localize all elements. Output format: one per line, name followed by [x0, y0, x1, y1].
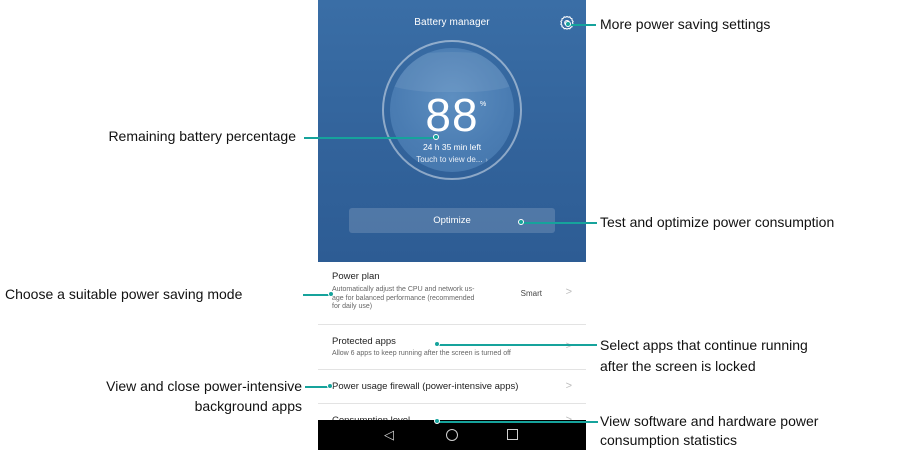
chevron-right-icon: > — [565, 380, 572, 392]
list-item-power-plan[interactable]: Power plan Automatically adjust the CPU … — [318, 262, 586, 325]
callout-line-optimize — [521, 222, 597, 224]
chevron-right-icon: > — [565, 340, 572, 352]
callout-line-settings — [568, 24, 596, 26]
callout-dot-battery — [433, 134, 439, 140]
list-item-power-firewall[interactable]: Power usage firewall (power-intensive ap… — [318, 370, 586, 404]
callout-protected-2: after the screen is locked — [600, 358, 756, 374]
callout-dot-optimize — [518, 219, 524, 225]
callout-line-consumption — [438, 421, 598, 423]
callout-line-battery — [304, 137, 436, 139]
callout-optimize: Test and optimize power consumption — [600, 214, 835, 230]
chevron-right-icon: > — [565, 286, 572, 298]
chevron-right-icon: › — [485, 157, 488, 164]
callout-battery: Remaining battery percentage — [108, 128, 296, 144]
callout-dot-settings — [565, 21, 571, 27]
callout-protected-1: Select apps that continue running — [600, 337, 808, 353]
back-icon[interactable]: ◁ — [384, 427, 394, 443]
app-title: Battery manager — [414, 17, 490, 28]
percent-sign: % — [480, 101, 487, 108]
home-icon[interactable] — [446, 429, 458, 441]
callout-line-protected — [438, 344, 597, 346]
battery-wave — [390, 52, 514, 92]
optimize-button[interactable]: Optimize — [349, 208, 555, 233]
callout-firewall-2: background apps — [194, 398, 302, 414]
battery-percentage: 88 — [425, 89, 479, 141]
power-firewall-title: Power usage firewall (power-intensive ap… — [332, 381, 519, 392]
power-plan-desc-1: Automatically adjust the CPU and network… — [332, 286, 475, 293]
callout-firewall-1: View and close power-intensive — [106, 378, 302, 394]
callout-consumption-2: consumption statistics — [600, 432, 737, 448]
list-item-protected-apps[interactable]: Protected apps Allow 6 apps to keep runn… — [318, 325, 586, 370]
power-plan-value: Smart — [520, 289, 542, 298]
power-plan-desc-3: for daily use) — [332, 303, 373, 310]
callout-dot-firewall — [327, 383, 333, 389]
navigation-bar: ◁ — [318, 420, 586, 450]
callout-mode: Choose a suitable power saving mode — [5, 286, 243, 302]
protected-apps-desc: Allow 6 apps to keep running after the s… — [332, 350, 511, 357]
view-details-link[interactable]: Touch to view de... › — [390, 155, 514, 164]
callout-settings: More power saving settings — [600, 16, 771, 32]
callout-consumption-1: View software and hardware power — [600, 413, 819, 429]
power-plan-title: Power plan — [332, 271, 380, 282]
recent-apps-icon[interactable] — [507, 429, 518, 440]
time-remaining: 24 h 35 min left — [422, 142, 482, 152]
callout-dot-mode — [328, 291, 334, 297]
callout-dot-consumption — [434, 418, 440, 424]
phone-screen: Battery manager 88 % 24 h 35 min left To… — [318, 0, 586, 450]
view-details-label: Touch to view de... — [416, 155, 483, 164]
protected-apps-title: Protected apps — [332, 336, 396, 347]
callout-dot-protected — [434, 341, 440, 347]
power-plan-desc-2: age for balanced performance (recommende… — [332, 294, 475, 302]
